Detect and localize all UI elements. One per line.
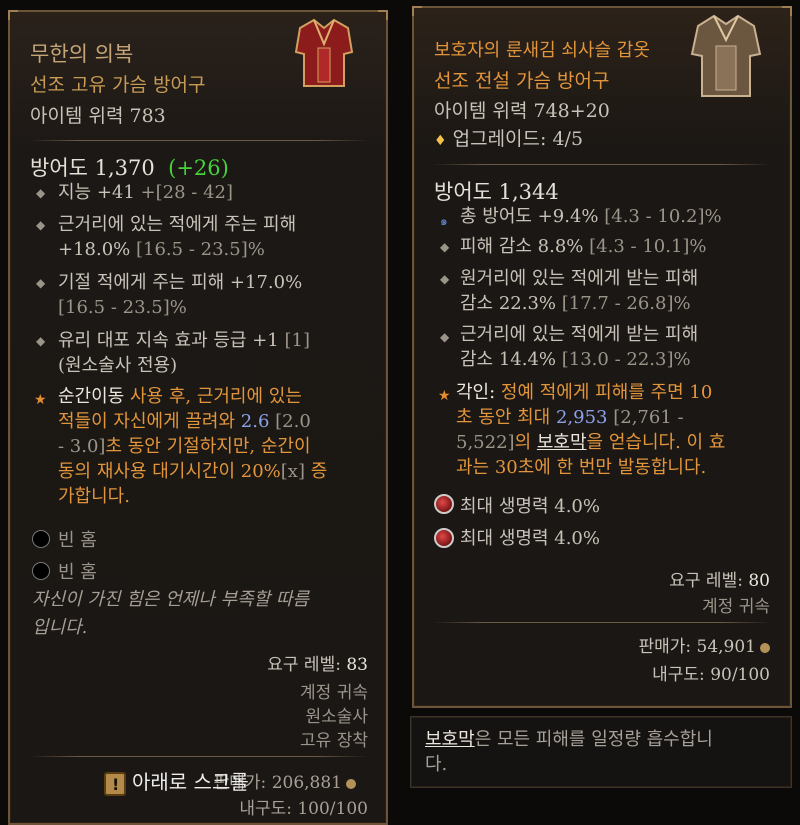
account-bound: 계정 귀속 bbox=[300, 683, 368, 703]
affix-bullet-icon: ◆ bbox=[440, 272, 450, 286]
durability: 내구도: 100/100 bbox=[239, 799, 368, 819]
corner-ornament bbox=[412, 6, 422, 16]
keyword-tooltip: 보호막은 모든 피해를 일정량 흡수합니 다. bbox=[410, 716, 792, 788]
affix-line: 유리 대포 지속 효과 등급 +1 [1] (원소술사 전용) bbox=[58, 330, 310, 376]
corner-ornament bbox=[782, 6, 792, 16]
chest-armor-icon bbox=[690, 14, 762, 97]
empty-socket-icon bbox=[32, 562, 50, 580]
affix-bullet-icon: ◆ bbox=[36, 186, 46, 200]
upgrade-count: ♦ 업그레이드: 4/5 bbox=[434, 128, 584, 150]
chest-armor-icon bbox=[294, 18, 354, 87]
ruby-gem-icon bbox=[434, 528, 454, 548]
socket-label: 빈 홈 bbox=[58, 562, 97, 583]
affix-bullet-icon: ◆ bbox=[36, 218, 46, 232]
required-level: 요구 레벨: 80 bbox=[669, 571, 770, 591]
durability: 내구도: 90/100 bbox=[652, 665, 770, 685]
item-name: 보호자의 룬새김 쇠사슬 갑옷 bbox=[434, 40, 650, 61]
gem-stat: 최대 생명력 4.0% bbox=[460, 528, 600, 549]
scroll-down-prompt[interactable]: 아래로 스크롤 bbox=[104, 766, 249, 796]
affix-line: 기절 적에게 주는 피해 +17.0% [16.5 - 23.5]% bbox=[58, 272, 303, 318]
empty-socket-icon bbox=[32, 530, 50, 548]
divider bbox=[28, 140, 368, 141]
slot-type: 고유 장착 bbox=[300, 731, 368, 751]
ruby-gem-icon bbox=[434, 494, 454, 514]
class-restriction: 원소술사 bbox=[305, 707, 368, 727]
affix-bullet-icon: ◆ bbox=[36, 276, 46, 290]
total-armor-swirl-icon: ๑ bbox=[440, 214, 448, 228]
item-power: 아이템 위력 748+20 bbox=[434, 100, 610, 122]
gem-stat: 최대 생명력 4.0% bbox=[460, 496, 600, 517]
affix-line: 원거리에 있는 적에게 받는 피해 감소 22.3% [17.7 - 26.8]% bbox=[460, 268, 699, 314]
divider bbox=[432, 164, 772, 165]
unique-power-text: 순간이동 사용 후, 근거리에 있는 적들이 자신에게 끌려와 2.6 [2.0… bbox=[58, 386, 328, 507]
flavor-text: 자신이 가진 힘은 언제나 부족할 따름 입니다. bbox=[32, 589, 310, 638]
armor-value: 방어도 1,370 (+26) bbox=[30, 156, 229, 180]
affix-bullet-icon: ◆ bbox=[36, 334, 46, 348]
item-type: 선조 고유 가슴 방어구 bbox=[30, 74, 206, 96]
unique-power-star-icon: ★ bbox=[34, 392, 47, 408]
gold-coin-icon bbox=[346, 778, 356, 789]
aspect-text: 각인: 정예 적에게 피해를 주면 10 초 동안 최대 2,953 [2,76… bbox=[456, 382, 726, 478]
affix-line: 피해 감소 8.8% [4.3 - 10.1]% bbox=[460, 236, 707, 257]
required-level: 요구 레벨: 83 bbox=[267, 655, 368, 675]
aspect-star-icon: ★ bbox=[438, 388, 451, 404]
divider bbox=[432, 622, 772, 623]
affix-bullet-icon: ◆ bbox=[440, 240, 450, 254]
corner-ornament bbox=[8, 10, 18, 20]
affix-bullet-icon: ◆ bbox=[440, 330, 450, 344]
corner-ornament bbox=[378, 10, 388, 20]
sell-price: 판매가: 54,901 bbox=[638, 632, 770, 657]
upgrade-diamond-icon: ♦ bbox=[434, 133, 447, 149]
gold-coin-icon bbox=[760, 642, 770, 653]
affix-line: 지능 +41 +[28 - 42] bbox=[58, 182, 234, 203]
affix-line: 근거리에 있는 적에게 받는 피해 감소 14.4% [13.0 - 22.3]% bbox=[460, 324, 699, 370]
armor-value: 방어도 1,344 bbox=[434, 180, 559, 204]
tooltip-text: 보호막은 모든 피해를 일정량 흡수합니 다. bbox=[425, 729, 713, 775]
divider bbox=[28, 756, 368, 757]
item-power: 아이템 위력 783 bbox=[30, 105, 166, 127]
affix-line: 근거리에 있는 적에게 주는 피해 +18.0% [16.5 - 23.5]% bbox=[58, 214, 297, 260]
item-type: 선조 전설 가슴 방어구 bbox=[434, 70, 610, 92]
socket-label: 빈 홈 bbox=[58, 530, 97, 551]
account-bound: 계정 귀속 bbox=[702, 597, 770, 617]
affix-line: 총 방어도 +9.4% [4.3 - 10.2]% bbox=[460, 206, 722, 227]
item-name: 무한의 의복 bbox=[30, 42, 134, 66]
scroll-hint-icon bbox=[104, 771, 126, 796]
